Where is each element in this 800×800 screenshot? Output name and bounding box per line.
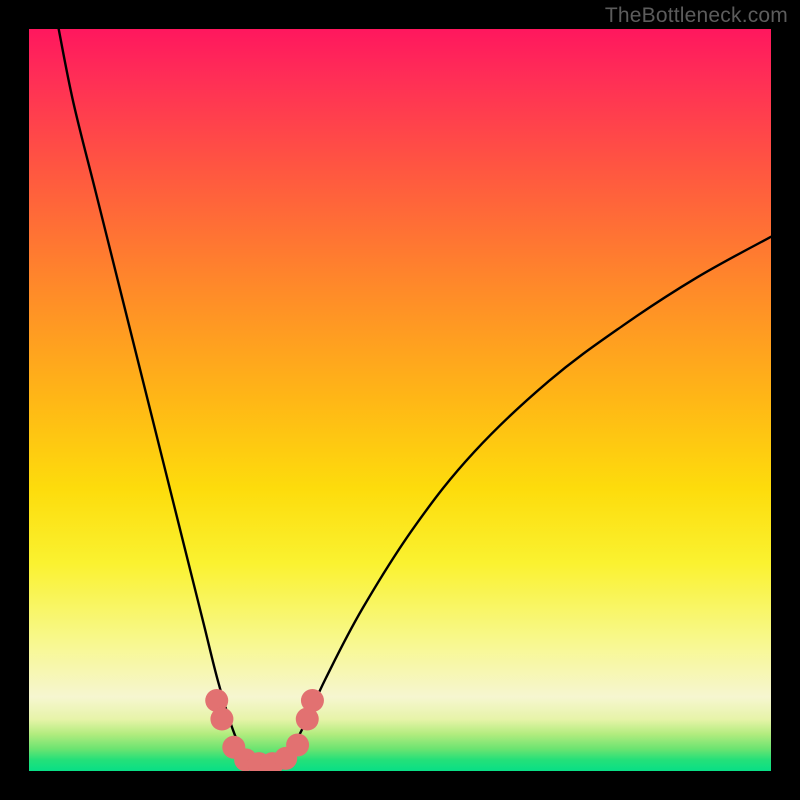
- trough-marker: [210, 708, 233, 731]
- curve-layer: [29, 29, 771, 771]
- curve-group: [59, 29, 771, 763]
- marker-group: [205, 689, 324, 771]
- trough-marker: [301, 689, 324, 712]
- chart-frame: TheBottleneck.com: [0, 0, 800, 800]
- trough-marker: [286, 734, 309, 757]
- plot-area: [29, 29, 771, 771]
- v-curve: [59, 29, 771, 763]
- attribution-text: TheBottleneck.com: [605, 4, 788, 28]
